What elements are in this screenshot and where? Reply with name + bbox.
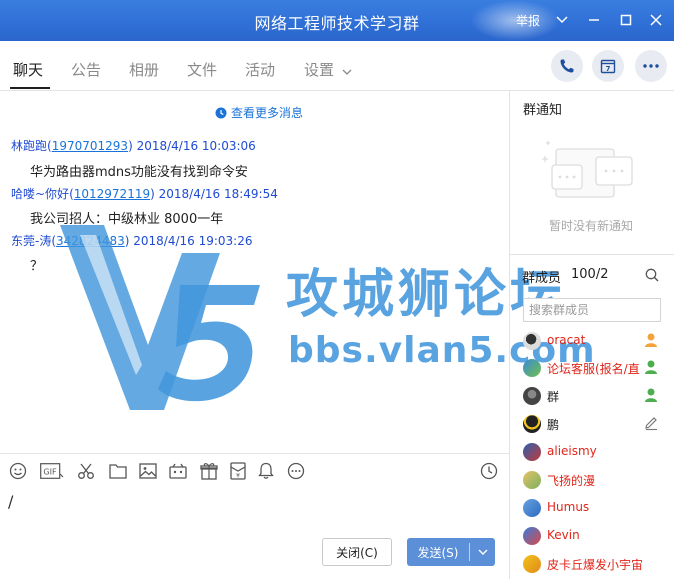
gif-icon[interactable]: GIF <box>40 461 64 481</box>
panel-section-divider <box>510 254 674 255</box>
voice-call-button[interactable] <box>551 50 583 82</box>
chevron-down-icon[interactable] <box>551 8 573 32</box>
report-link[interactable]: 举报 <box>516 12 540 29</box>
maximize-icon[interactable] <box>615 8 637 32</box>
svg-text:7: 7 <box>606 65 611 73</box>
avatar <box>523 443 541 461</box>
more-options-button[interactable] <box>635 50 667 82</box>
close-button[interactable]: 关闭(C) <box>322 538 392 566</box>
member-item[interactable]: 群 <box>523 386 674 408</box>
more-tools-icon[interactable] <box>286 461 306 481</box>
settings-chevron-icon[interactable] <box>342 65 352 80</box>
empty-notice-illustration <box>542 141 633 198</box>
input-text: / <box>8 492 14 511</box>
send-options-chevron-icon[interactable] <box>470 549 495 555</box>
admin-badge-icon <box>643 387 659 407</box>
title-bar: 网络工程师技术学习群 举报 <box>0 0 674 41</box>
member-name: 鹏 <box>547 418 560 432</box>
message-text: ？ <box>30 259 44 274</box>
member-name: 飞扬的漫 <box>547 474 596 488</box>
folder-icon[interactable] <box>108 461 128 481</box>
watermark-logo <box>60 225 260 410</box>
message-time: 2018/4/16 18:49:54 <box>158 187 278 201</box>
message-header: 哈喽~你好(1012972119) 2018/4/16 18:49:54 <box>11 187 278 201</box>
phone-icon <box>560 59 574 73</box>
emoji-icon[interactable] <box>8 461 28 481</box>
clock-icon <box>215 107 227 118</box>
member-item[interactable]: Humus <box>523 498 674 520</box>
red-packet-icon[interactable]: ¥ <box>228 461 248 481</box>
member-item[interactable]: oracat <box>523 331 674 353</box>
calendar-icon: 7 <box>600 59 616 74</box>
tab-bar: 聊天 公告 相册 文件 活动 设置 7 <box>0 41 674 91</box>
image-icon[interactable] <box>138 461 158 481</box>
member-item[interactable]: Kevin <box>523 526 674 548</box>
svg-text:¥: ¥ <box>236 473 240 480</box>
tab-announcement[interactable]: 公告 <box>71 59 101 80</box>
message-header: 林跑跑(1970701293) 2018/4/16 10:03:06 <box>11 139 256 153</box>
member-name: 皮卡丘爆发小宇宙 <box>547 558 644 572</box>
avatar <box>523 359 541 377</box>
svg-text:GIF: GIF <box>43 468 57 477</box>
tab-settings[interactable]: 设置 <box>304 59 334 80</box>
search-icon[interactable] <box>645 268 659 286</box>
sender-id[interactable]: 1970701293 <box>52 139 128 153</box>
bell-icon[interactable] <box>256 461 276 481</box>
avatar <box>523 415 541 433</box>
tab-chat[interactable]: 聊天 <box>13 59 43 80</box>
avatar <box>523 499 541 517</box>
admin-badge-icon <box>643 332 659 352</box>
member-name: Humus <box>547 500 590 514</box>
view-more-messages-label: 查看更多消息 <box>231 106 304 120</box>
panel-divider <box>509 91 510 579</box>
close-icon[interactable] <box>645 8 667 32</box>
calendar-button[interactable]: 7 <box>592 50 624 82</box>
member-name: oracat <box>547 333 586 347</box>
sender-name[interactable]: 林跑跑 <box>11 139 47 153</box>
more-icon <box>643 64 659 68</box>
active-tab-indicator <box>10 87 50 89</box>
member-search-input[interactable] <box>523 298 661 322</box>
sender-id[interactable]: 1012972119 <box>74 187 150 201</box>
send-button[interactable]: 发送(S) <box>407 538 495 566</box>
avatar <box>523 527 541 545</box>
edit-icon[interactable] <box>643 415 659 435</box>
member-name: alieismy <box>547 444 597 458</box>
avatar <box>523 332 541 350</box>
member-name: 群 <box>547 390 560 404</box>
history-clock-icon[interactable] <box>479 461 499 481</box>
avatar <box>523 555 541 573</box>
member-item[interactable]: 鹏 <box>523 414 674 436</box>
notice-title[interactable]: 群通知 <box>523 99 562 118</box>
scissors-icon[interactable] <box>76 461 96 481</box>
send-button-label: 发送(S) <box>417 545 459 560</box>
sender-name[interactable]: 东莞-涛 <box>11 234 51 248</box>
avatar <box>523 387 541 405</box>
tab-files[interactable]: 文件 <box>187 59 217 80</box>
admin-badge-icon <box>643 359 659 379</box>
input-divider <box>0 453 509 454</box>
tab-activity[interactable]: 活动 <box>245 59 275 80</box>
members-title[interactable]: 群成员 <box>522 267 561 286</box>
sender-name[interactable]: 哈喽~你好 <box>11 187 69 201</box>
member-item[interactable]: 论坛客服(报名/直 <box>523 358 674 380</box>
message-text: 华为路由器mdns功能没有找到命令安 <box>30 165 248 180</box>
member-item[interactable]: 飞扬的漫 <box>523 470 674 492</box>
tab-album[interactable]: 相册 <box>129 59 159 80</box>
member-name: Kevin <box>547 528 580 542</box>
view-more-messages-link[interactable]: 查看更多消息 <box>215 104 303 121</box>
member-item[interactable]: alieismy <box>523 442 674 464</box>
video-icon[interactable] <box>168 461 188 481</box>
gift-icon[interactable] <box>199 461 219 481</box>
input-toolbar: GIF ¥ <box>0 457 509 485</box>
avatar <box>523 471 541 489</box>
message-time: 2018/4/16 10:03:06 <box>136 139 256 153</box>
notice-empty-text: 暂时没有新通知 <box>549 219 634 233</box>
member-name: 论坛客服(报名/直 <box>547 362 640 376</box>
member-item[interactable]: 皮卡丘爆发小宇宙 <box>523 554 674 576</box>
members-count: 100/2 <box>571 267 609 282</box>
minimize-icon[interactable] <box>583 8 605 32</box>
